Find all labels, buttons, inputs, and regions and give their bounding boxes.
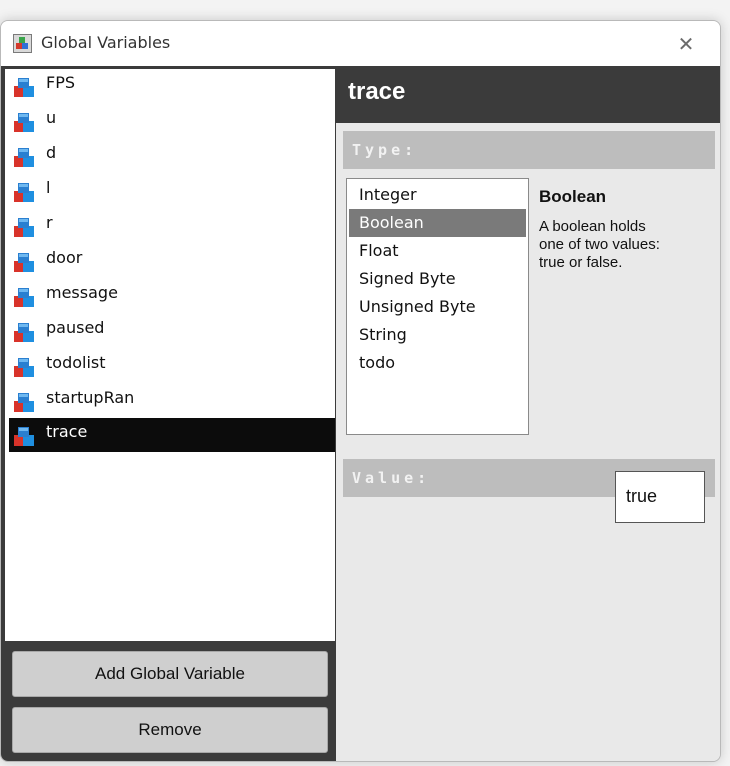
title-bar: Global Variables ✕ (1, 21, 720, 66)
type-list-item[interactable]: Signed Byte (349, 265, 526, 293)
variable-cube-icon (14, 217, 34, 237)
type-list-item[interactable]: Boolean (349, 209, 526, 237)
variable-list-item-label: l (46, 178, 51, 197)
global-variables-window: Global Variables ✕ FPS u d l r door message pau… (0, 20, 721, 762)
variable-cube-icon (14, 112, 34, 132)
type-list-item[interactable]: todo (349, 349, 526, 377)
type-list-item-label: String (359, 325, 407, 344)
variable-list-item[interactable]: door (9, 244, 335, 278)
game-maker-icon (13, 34, 32, 53)
variable-cube-icon (14, 426, 34, 446)
variable-list-item[interactable]: trace (9, 418, 335, 452)
variable-list-item-label: FPS (46, 73, 76, 92)
detail-header: trace (336, 66, 720, 123)
type-list-item[interactable]: Unsigned Byte (349, 293, 526, 321)
type-description-line: one of two values: (539, 236, 660, 253)
value-field[interactable]: true (615, 471, 705, 523)
variable-cube-icon (14, 392, 34, 412)
type-list-item-label: Unsigned Byte (359, 297, 476, 316)
type-list[interactable]: Integer Boolean Float Signed Byte Unsigned B… (346, 178, 529, 435)
window-title: Global Variables (41, 33, 171, 52)
variable-list-item[interactable]: todolist (9, 349, 335, 383)
close-button[interactable]: ✕ (665, 28, 707, 60)
variable-list-item[interactable]: d (9, 139, 335, 173)
type-list-item[interactable]: String (349, 321, 526, 349)
variable-list-item[interactable]: u (9, 104, 335, 138)
type-description: A boolean holds one of two values: true … (539, 218, 714, 272)
variable-list-item[interactable]: r (9, 209, 335, 243)
variable-panel: FPS u d l r door message paused todolist startupR… (1, 66, 336, 761)
variable-list-item-label: u (46, 108, 57, 127)
variable-list-item[interactable]: paused (9, 314, 335, 348)
type-section-label: Type: (352, 141, 418, 159)
type-description-line: true or false. (539, 254, 623, 271)
type-description-title: Boolean (539, 187, 607, 206)
variable-cube-icon (14, 287, 34, 307)
remove-button[interactable]: Remove (12, 707, 328, 753)
type-description-line: A boolean holds (539, 218, 646, 235)
variable-list-item[interactable]: startupRan (9, 384, 335, 418)
variable-cube-icon (14, 182, 34, 202)
variable-list-item[interactable]: l (9, 174, 335, 208)
type-list-item-label: Signed Byte (359, 269, 456, 288)
variable-list-item-label: d (46, 143, 57, 162)
variable-list-item[interactable]: FPS (9, 69, 335, 103)
type-list-item-label: Boolean (359, 213, 424, 232)
close-icon: ✕ (677, 32, 695, 56)
variable-detail-panel: trace Type: Integer Boolean Float Signed By… (336, 66, 720, 761)
variable-name-title: trace (348, 78, 406, 105)
variable-cube-icon (14, 77, 34, 97)
variable-list[interactable]: FPS u d l r door message paused todolist startupR… (5, 69, 335, 641)
variable-list-item[interactable]: message (9, 279, 335, 313)
variable-list-item-label: todolist (46, 353, 106, 372)
variable-list-item-label: paused (46, 318, 105, 337)
variable-cube-icon (14, 322, 34, 342)
type-list-item-label: Float (359, 241, 399, 260)
add-global-variable-button[interactable]: Add Global Variable (12, 651, 328, 697)
type-section-bar: Type: (343, 131, 715, 169)
variable-list-item-label: door (46, 248, 83, 267)
variable-cube-icon (14, 252, 34, 272)
variable-cube-icon (14, 357, 34, 377)
variable-list-item-label: message (46, 283, 118, 302)
variable-list-item-label: startupRan (46, 388, 135, 407)
variable-list-item-label: r (46, 213, 53, 232)
variable-list-item-label: trace (46, 422, 88, 441)
variable-cube-icon (14, 147, 34, 167)
type-list-item-label: Integer (359, 185, 417, 204)
value-section-label: Value: (352, 469, 431, 487)
type-list-item[interactable]: Integer (349, 181, 526, 209)
type-list-item[interactable]: Float (349, 237, 526, 265)
type-list-item-label: todo (359, 353, 396, 372)
